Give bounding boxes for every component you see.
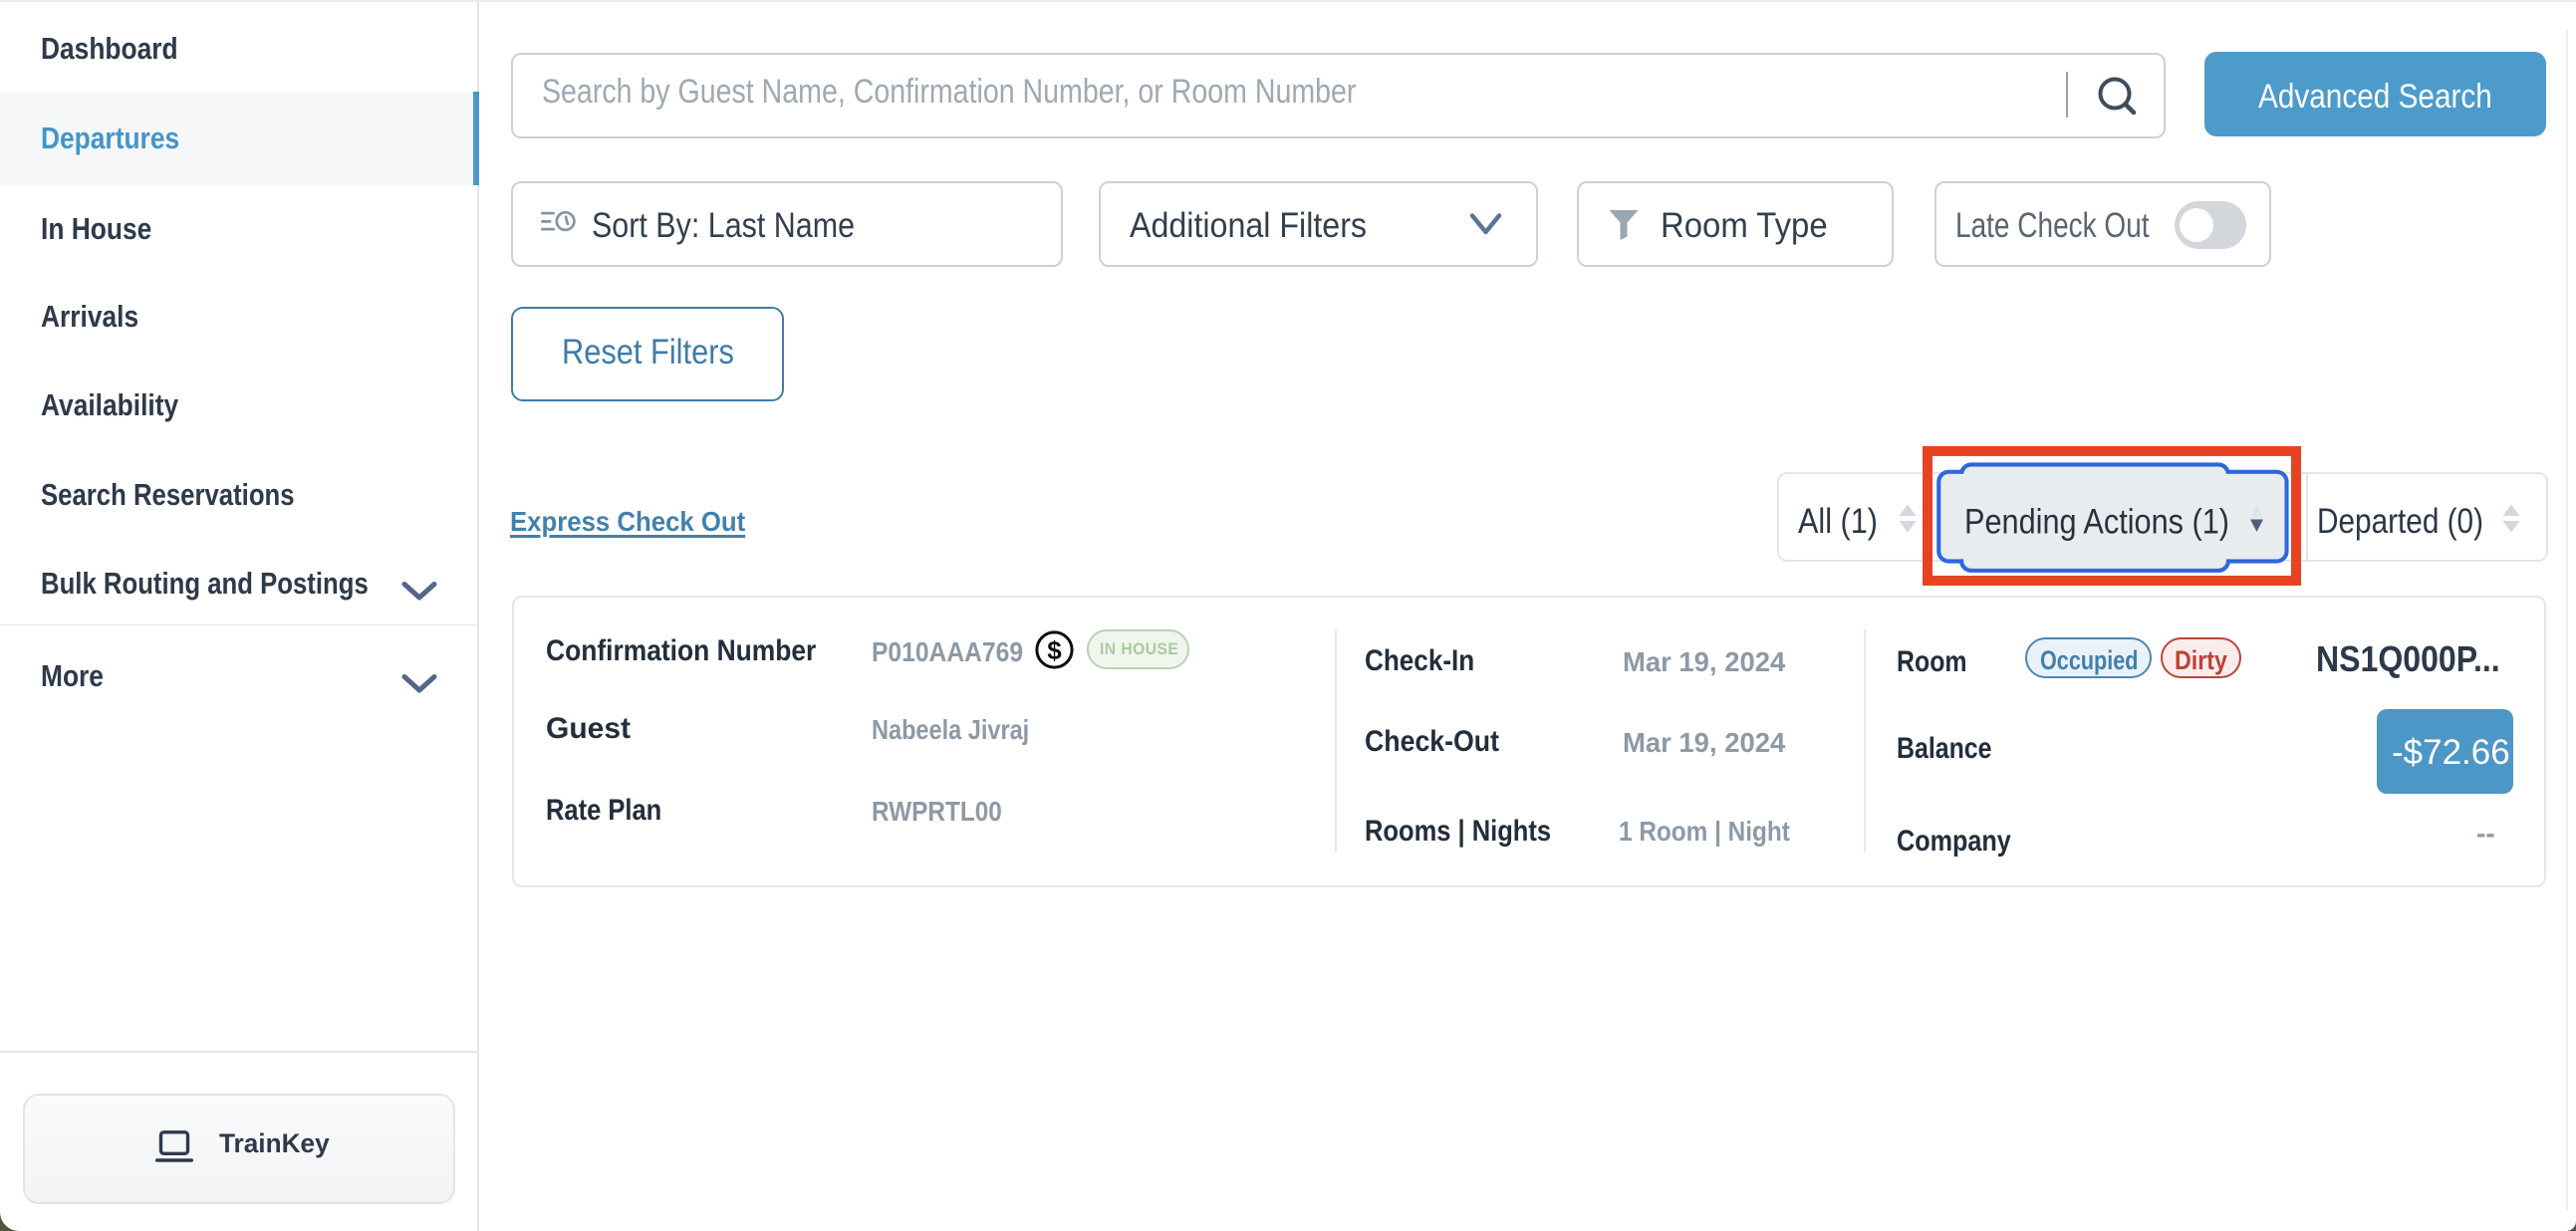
svg-text:Pending Actions (1): Pending Actions (1) <box>1964 503 2229 542</box>
svg-text:$: $ <box>1047 635 1062 665</box>
